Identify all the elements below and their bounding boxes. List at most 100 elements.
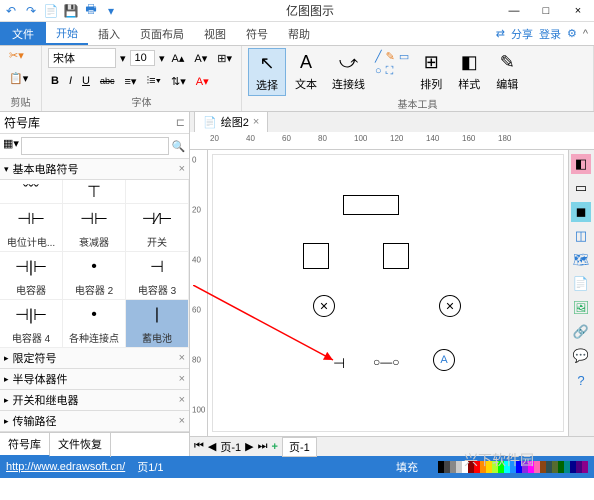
rectangle-shape-2[interactable] [303, 243, 329, 269]
category-close-icon[interactable]: × [179, 415, 185, 427]
status-url[interactable]: http://www.edrawsoft.cn/ [6, 461, 125, 473]
abc-icon[interactable]: ⊞▾ [214, 51, 235, 66]
symlib-dropdown-icon[interactable]: ▦▾ [3, 137, 19, 155]
category-basic-circuit[interactable]: ▾ 基本电路符号 × [0, 159, 189, 180]
menu-view[interactable]: 视图 [194, 22, 236, 45]
paste-icon[interactable]: 📋▾ [6, 71, 31, 86]
rt-theme-icon[interactable]: ◧ [571, 154, 591, 174]
text-tool[interactable]: A文本 [288, 48, 324, 96]
rt-fill-icon[interactable]: ◼ [571, 202, 591, 222]
menu-insert[interactable]: 插入 [88, 22, 130, 45]
symlib-tab-recovery[interactable]: 文件恢复 [50, 433, 111, 457]
page-nav-first[interactable]: ⏮ [194, 440, 204, 453]
symbol-0[interactable]: ⊣⊢电位计电... [0, 204, 63, 252]
rt-format-icon[interactable]: ▭ [571, 178, 591, 198]
font-size-select[interactable]: 10 [130, 50, 155, 66]
share-icon[interactable]: ⇄ [496, 27, 505, 40]
menu-layout[interactable]: 页面布局 [130, 22, 194, 45]
cross-circle-2[interactable]: ✕ [439, 295, 461, 317]
page-nav-last[interactable]: ⏭ [258, 440, 268, 453]
strike-button[interactable]: abc [97, 75, 118, 87]
minimize-button[interactable]: — [502, 2, 526, 20]
login-link[interactable]: 登录 [539, 26, 561, 42]
font-color-icon[interactable]: A▾ [193, 74, 212, 89]
shape-tool-icon[interactable]: ▭ [399, 50, 409, 63]
category-close-icon[interactable]: × [179, 352, 185, 364]
italic-button[interactable]: I [66, 74, 75, 88]
tab-close-icon[interactable]: × [253, 116, 259, 128]
bullet-icon[interactable]: ≡▾ [121, 74, 139, 89]
symlib-search-input[interactable] [21, 137, 169, 155]
rt-doc-icon[interactable]: 📄 [571, 274, 591, 294]
select-tool[interactable]: ↖选择 [248, 48, 286, 96]
line-tool-icon[interactable]: ╱ [375, 50, 382, 63]
edit-tool[interactable]: ✎编辑 [489, 48, 525, 96]
symbol-top-3[interactable] [126, 180, 189, 204]
bold-button[interactable]: B [48, 74, 62, 88]
rt-layer-icon[interactable]: ◫ [571, 226, 591, 246]
underline-button[interactable]: U [79, 74, 93, 88]
page-nav-next[interactable]: ▶ [245, 440, 253, 453]
battery-symbol[interactable]: ⊣ [333, 355, 345, 372]
ammeter-symbol[interactable]: A [433, 349, 455, 371]
grow-font-icon[interactable]: A▴ [169, 51, 188, 66]
symlib-close-icon[interactable]: ⊏ [176, 116, 185, 129]
spacing-icon[interactable]: ⇅▾ [168, 74, 189, 89]
maximize-button[interactable]: □ [534, 2, 558, 20]
switch-symbol[interactable]: ○—○ [373, 355, 400, 369]
category-close-icon[interactable]: × [179, 163, 185, 175]
category-transmission[interactable]: ▸传输路径× [0, 411, 189, 432]
search-icon[interactable]: 🔍 [171, 137, 186, 155]
connector-tool[interactable]: ⤻连接线 [326, 48, 371, 96]
font-dropdown-icon[interactable]: ▾ [120, 52, 126, 65]
rectangle-shape-1[interactable] [343, 195, 399, 215]
arrange-tool[interactable]: ⊞排列 [413, 48, 449, 96]
symbol-4[interactable]: •电容器 2 [63, 252, 126, 300]
category-switch-relay[interactable]: ▸开关和继电器× [0, 390, 189, 411]
rt-comment-icon[interactable]: 💬 [571, 346, 591, 366]
file-icon[interactable]: 📄 [44, 4, 58, 18]
menu-start[interactable]: 开始 [46, 22, 88, 45]
rt-image-icon[interactable]: 🖼 [571, 298, 591, 318]
shrink-font-icon[interactable]: A▾ [191, 51, 210, 66]
palette-color[interactable] [582, 461, 588, 473]
category-qualifying[interactable]: ▸限定符号× [0, 348, 189, 369]
size-dropdown-icon[interactable]: ▾ [159, 52, 165, 65]
rt-link-icon[interactable]: 🔗 [571, 322, 591, 342]
symbol-3[interactable]: ⊣|⊢电容器 [0, 252, 63, 300]
circle-tool-icon[interactable]: ○ [375, 65, 382, 78]
rt-help-icon[interactable]: ? [571, 370, 591, 390]
font-family-select[interactable]: 宋体 [48, 48, 116, 68]
symbol-2[interactable]: ⊣∕⊢开关 [126, 204, 189, 252]
page-tab-1[interactable]: 页-1 [282, 437, 317, 457]
rectangle-shape-3[interactable] [383, 243, 409, 269]
page-nav-prev[interactable]: ◀ [208, 440, 216, 453]
style-tool[interactable]: ◧样式 [451, 48, 487, 96]
settings-icon[interactable]: ⚙ [567, 27, 577, 40]
crop-tool-icon[interactable]: ⛶ [386, 65, 394, 78]
redo-icon[interactable]: ↷ [24, 4, 38, 18]
undo-icon[interactable]: ↶ [4, 4, 18, 18]
category-close-icon[interactable]: × [179, 394, 185, 406]
pen-tool-icon[interactable]: ✎ [386, 50, 395, 63]
rt-nav-icon[interactable]: 🗺 [571, 250, 591, 270]
symbol-top-2[interactable]: ⊤ [63, 180, 126, 204]
document-tab[interactable]: 📄 绘图2 × [194, 111, 268, 133]
drawing-canvas[interactable]: ✕ ✕ ⊣ ○—○ A [212, 154, 564, 432]
symbol-7[interactable]: •各种连接点 [63, 300, 126, 348]
new-icon[interactable]: ▾ [104, 4, 118, 18]
print-icon[interactable]: 🖶 [84, 4, 98, 18]
cut-icon[interactable]: ✂▾ [6, 48, 27, 63]
symbol-8[interactable]: |蓄电池 [126, 300, 189, 348]
category-close-icon[interactable]: × [179, 373, 185, 385]
category-semiconductor[interactable]: ▸半导体器件× [0, 369, 189, 390]
color-palette[interactable] [438, 461, 588, 473]
symlib-tab-library[interactable]: 符号库 [0, 433, 50, 457]
file-menu[interactable]: 文件 [0, 22, 46, 45]
collapse-ribbon-icon[interactable]: ^ [583, 28, 588, 40]
list-icon[interactable]: ⫶≡▾ [143, 74, 164, 89]
add-page-button[interactable]: + [272, 441, 278, 453]
symbol-6[interactable]: ⊣|⊢电容器 4 [0, 300, 63, 348]
save-icon[interactable]: 💾 [64, 4, 78, 18]
symbol-top-1[interactable]: ˇˇˇ [0, 180, 63, 204]
